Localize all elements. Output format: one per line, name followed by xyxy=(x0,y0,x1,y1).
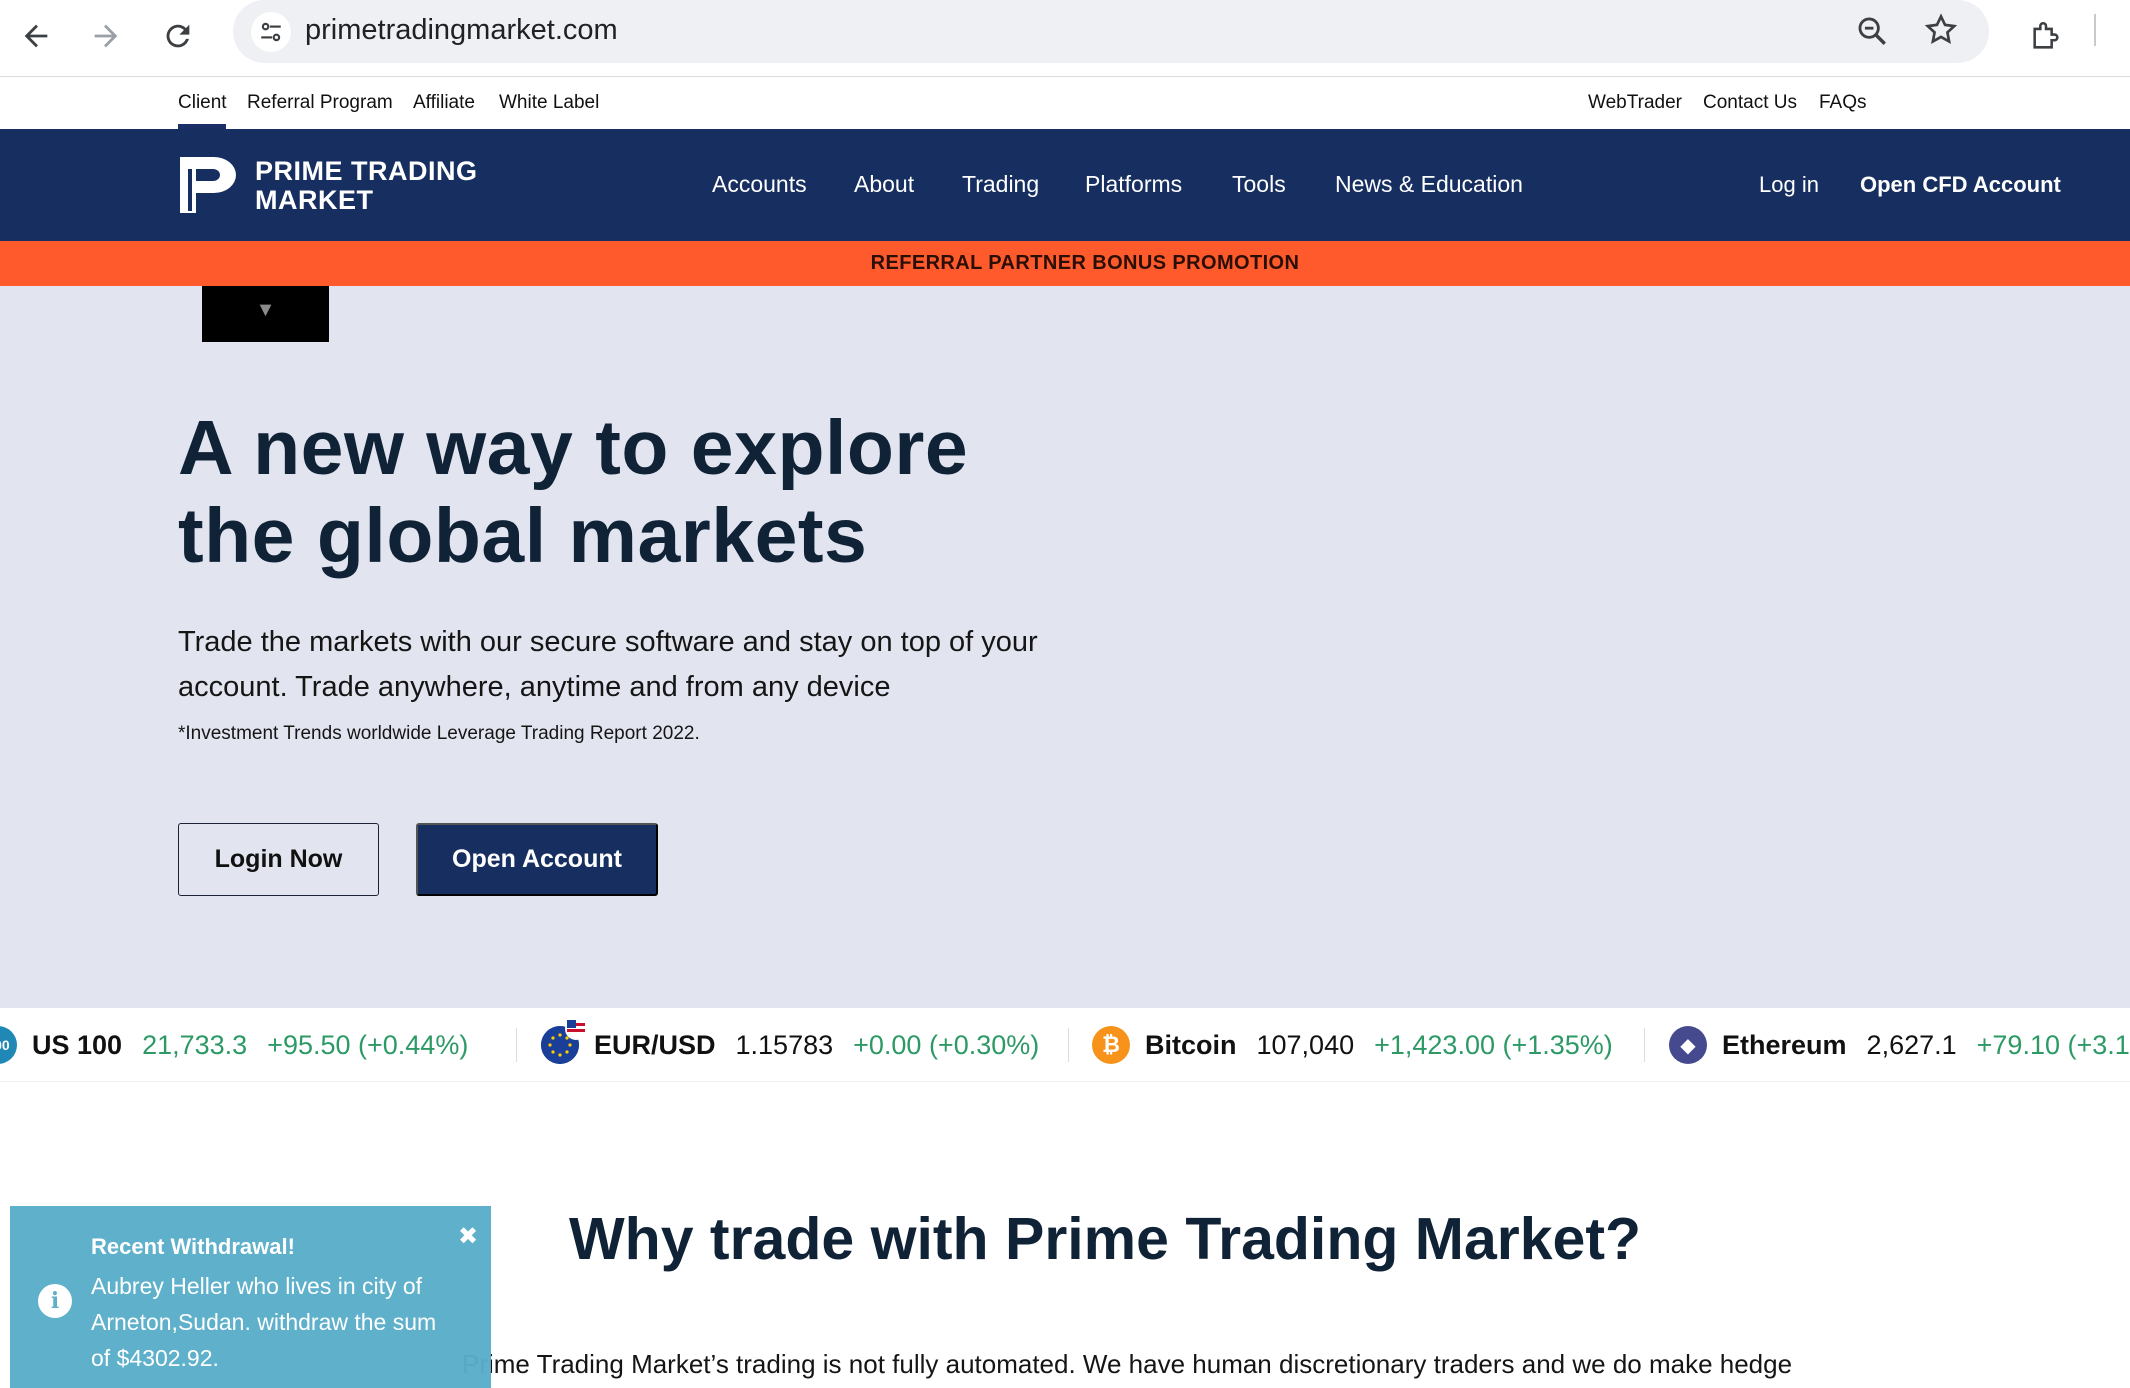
ticker-change: +0.00 (+0.30%) xyxy=(853,1029,1040,1060)
market-ticker: 100 US 100 21,733.3 +95.50 (+0.44%) EUR/… xyxy=(0,1008,2130,1082)
ticker-name: Bitcoin xyxy=(1145,1029,1237,1060)
hero-title-line2: the global markets xyxy=(178,493,868,579)
zoom-button[interactable] xyxy=(1855,14,1889,53)
back-button[interactable] xyxy=(10,10,62,62)
dropdown-toggle[interactable]: ▼ xyxy=(202,286,329,342)
hero-section: ▼ A new way to explore the global market… xyxy=(0,286,2130,1008)
login-link[interactable]: Log in xyxy=(1759,172,1819,198)
hero-footnote: *Investment Trends worldwide Leverage Tr… xyxy=(178,723,700,744)
hero-title-line1: A new way to explore xyxy=(178,405,969,491)
address-bar[interactable]: primetradingmarket.com xyxy=(233,0,1989,63)
site-settings-button[interactable] xyxy=(251,12,291,52)
ticker-price: 21,733.3 xyxy=(142,1029,248,1060)
hero-title: A new way to explore the global markets xyxy=(178,404,1158,580)
hero-subtitle: Trade the markets with our secure softwa… xyxy=(178,626,1038,703)
arrow-right-icon xyxy=(94,24,118,48)
ticker-name: Ethereum xyxy=(1722,1029,1847,1060)
nav-tools[interactable]: Tools xyxy=(1232,171,1286,198)
why-section-text: Prime Trading Market’s trading is not fu… xyxy=(462,1349,1793,1379)
url-text[interactable]: primetradingmarket.com xyxy=(305,14,618,47)
forward-button[interactable] xyxy=(80,10,132,62)
toolbar-divider xyxy=(2094,14,2096,46)
ticker-change: +79.10 (+3.1 xyxy=(1976,1029,2130,1060)
toast-body: Aubrey Heller who lives in city of Arnet… xyxy=(91,1273,437,1371)
ticker-name: EUR/USD xyxy=(594,1029,716,1060)
ticker-item-bitcoin[interactable]: ₿ Bitcoin 107,040 +1,423.00 (+1.35%) xyxy=(1092,1008,1613,1081)
reload-button[interactable] xyxy=(152,10,204,62)
ticker-divider xyxy=(516,1028,517,1062)
util-link-contact-us[interactable]: Contact Us xyxy=(1703,92,1797,114)
ticker-divider xyxy=(1644,1028,1645,1062)
utility-nav: Client Referral Program Affiliate White … xyxy=(0,78,2130,129)
logo-mark-icon xyxy=(180,157,236,213)
util-link-client[interactable]: Client xyxy=(178,92,227,114)
ethereum-icon: ◆ xyxy=(1669,1026,1707,1064)
us-flag-icon xyxy=(565,1018,587,1040)
brand-logo[interactable]: PRIME TRADING MARKET xyxy=(178,153,498,217)
reload-icon xyxy=(166,24,190,48)
nav-about[interactable]: About xyxy=(854,171,914,198)
close-icon[interactable]: ✖ xyxy=(458,1222,478,1251)
nav-platforms[interactable]: Platforms xyxy=(1085,171,1182,198)
open-cfd-account-link[interactable]: Open CFD Account xyxy=(1860,172,2061,198)
ticker-divider xyxy=(1068,1028,1069,1062)
nav-news-education[interactable]: News & Education xyxy=(1335,171,1523,198)
info-icon: i xyxy=(38,1284,72,1318)
util-link-faqs[interactable]: FAQs xyxy=(1819,92,1867,114)
zoom-icon xyxy=(1858,17,1886,45)
open-account-button[interactable]: Open Account xyxy=(416,823,658,896)
extensions-button[interactable] xyxy=(2020,10,2072,62)
ticker-item-ethereum[interactable]: ◆ Ethereum 2,627.1 +79.10 (+3.1 xyxy=(1669,1008,2130,1081)
ticker-item-eurusd[interactable]: EUR/USD 1.15783 +0.00 (+0.30%) xyxy=(541,1008,1040,1081)
ticker-price: 1.15783 xyxy=(735,1029,834,1060)
nav-accounts[interactable]: Accounts xyxy=(712,171,807,198)
util-link-referral-program[interactable]: Referral Program xyxy=(247,92,393,114)
star-icon xyxy=(1924,13,1958,44)
nav-trading[interactable]: Trading xyxy=(962,171,1039,198)
promo-banner[interactable]: REFERRAL PARTNER BONUS PROMOTION xyxy=(0,241,2130,286)
why-section-title: Why trade with Prime Trading Market? xyxy=(569,1206,1642,1272)
eurusd-flag-icon xyxy=(541,1018,587,1064)
ticker-change: +1,423.00 (+1.35%) xyxy=(1374,1029,1613,1060)
util-link-affiliate[interactable]: Affiliate xyxy=(413,92,475,114)
browser-toolbar: primetradingmarket.com xyxy=(0,0,2130,77)
arrow-left-icon xyxy=(24,24,48,48)
ticker-change: +95.50 (+0.44%) xyxy=(267,1029,469,1060)
ticker-price: 2,627.1 xyxy=(1866,1029,1957,1060)
ticker-item-us100[interactable]: 100 US 100 21,733.3 +95.50 (+0.44%) xyxy=(0,1008,469,1081)
ticker-name: US 100 xyxy=(32,1029,123,1060)
promo-text: REFERRAL PARTNER BONUS PROMOTION xyxy=(870,252,1300,274)
withdrawal-notification: i ✖ Recent Withdrawal! Aubrey Heller who… xyxy=(10,1206,491,1388)
util-link-white-label[interactable]: White Label xyxy=(499,92,599,114)
main-header: PRIME TRADING MARKET Accounts About Trad… xyxy=(0,129,2130,241)
bookmark-button[interactable] xyxy=(1923,12,1959,53)
logo-text-line2: MARKET xyxy=(255,185,374,215)
util-link-webtrader[interactable]: WebTrader xyxy=(1588,92,1682,114)
triangle-down-icon: ▼ xyxy=(255,298,276,321)
logo-text-line1: PRIME TRADING xyxy=(255,156,478,186)
tune-icon xyxy=(261,22,281,42)
toast-title: Recent Withdrawal! xyxy=(91,1234,295,1259)
bitcoin-icon: ₿ xyxy=(1092,1026,1130,1064)
ticker-price: 107,040 xyxy=(1256,1029,1355,1060)
puzzle-icon xyxy=(2033,22,2059,49)
us100-icon: 100 xyxy=(0,1026,17,1064)
login-now-button[interactable]: Login Now xyxy=(178,823,379,896)
